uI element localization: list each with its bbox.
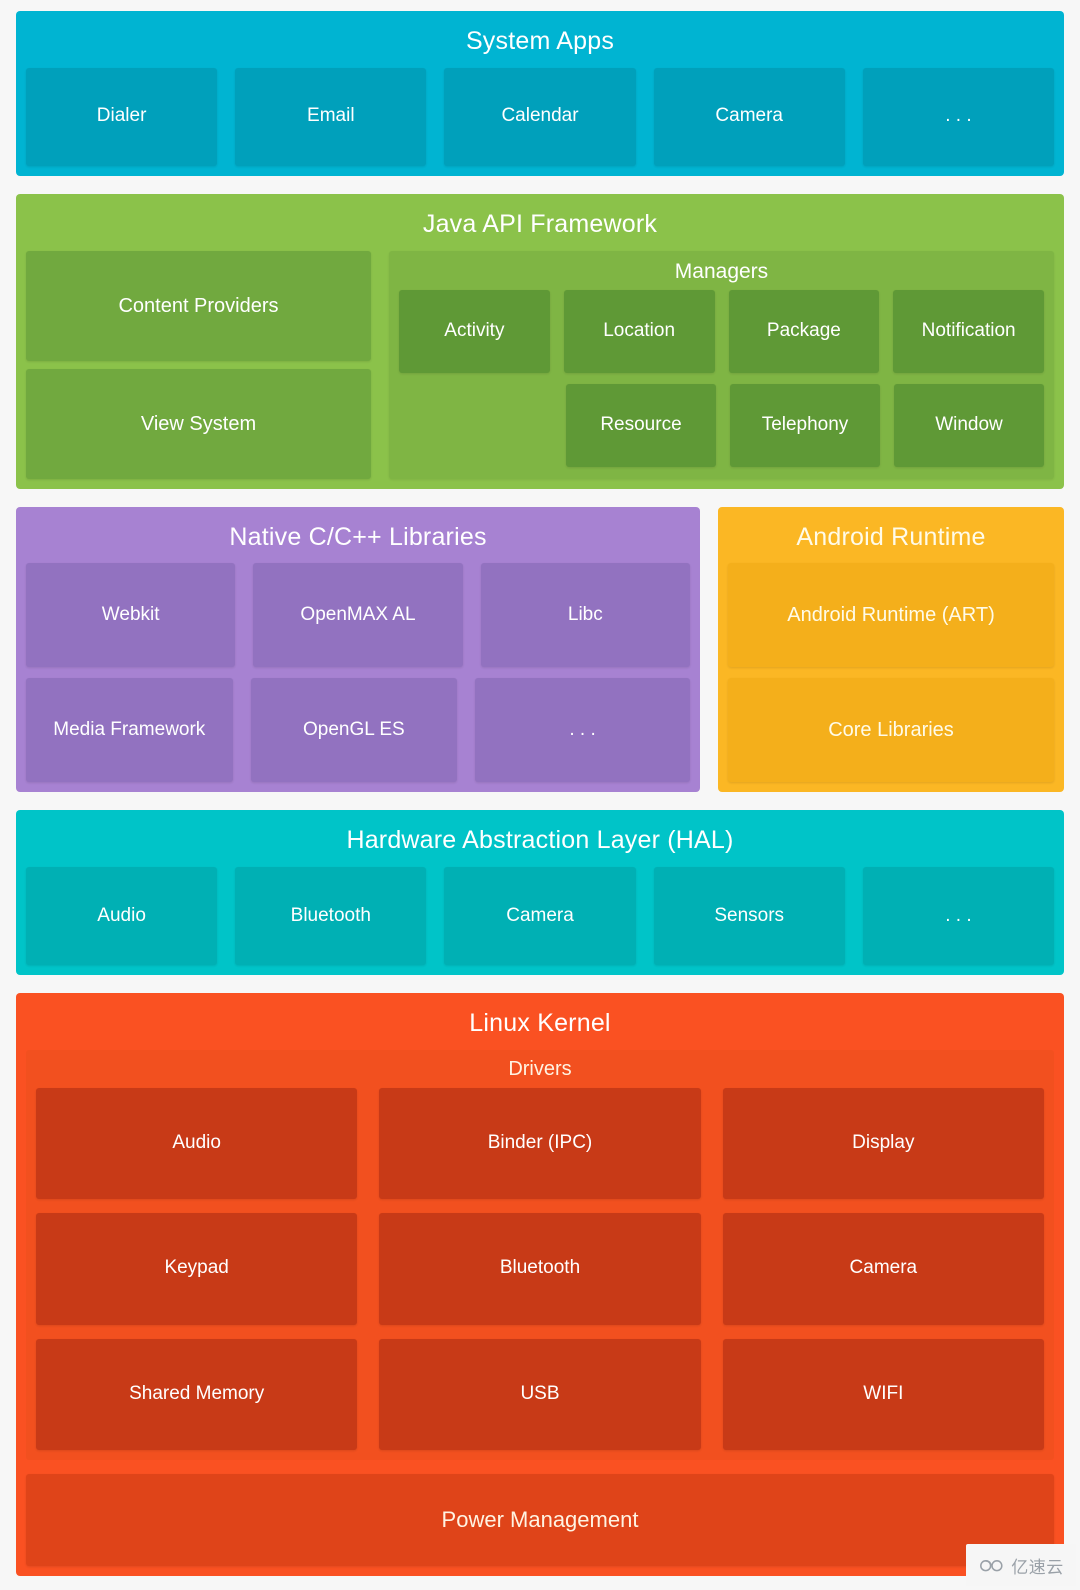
drivers-row-1: Audio Binder (IPC) Display [36, 1087, 1044, 1200]
native-lib-openmax-al: OpenMAX AL [253, 563, 463, 668]
driver-audio: Audio [36, 1087, 358, 1200]
cloud-icon [980, 1560, 1003, 1572]
driver-keypad: Keypad [36, 1213, 358, 1325]
system-app-calendar: Calendar [444, 67, 636, 166]
layer-hardware-abstraction: Hardware Abstraction Layer (HAL) Audio B… [16, 810, 1064, 975]
watermark-text: 亿速云 [1011, 1557, 1064, 1578]
hal-camera: Camera [444, 867, 636, 965]
hal-bluetooth: Bluetooth [235, 867, 427, 965]
manager-package: Package [728, 289, 880, 373]
driver-usb: USB [379, 1338, 701, 1451]
watermark: 亿速云 [966, 1544, 1076, 1586]
system-app-email: Email [235, 67, 427, 166]
hal-audio: Audio [26, 867, 218, 965]
system-app-camera: Camera [653, 67, 845, 166]
hal-sensors: Sensors [653, 867, 845, 965]
driver-camera: Camera [722, 1213, 1044, 1325]
framework-content-providers: Content Providers [26, 250, 371, 361]
native-libraries-row-1: Webkit OpenMAX AL Libc [26, 563, 690, 668]
native-libraries-row-2: Media Framework OpenGL ES . . . [26, 678, 690, 783]
native-lib-opengl-es: OpenGL ES [250, 678, 458, 783]
framework-left-column: Content Providers View System [26, 250, 371, 479]
layer-linux-kernel: Linux Kernel Drivers Audio Binder (IPC) … [16, 993, 1064, 1576]
layer-native-libraries: Native C/C++ Libraries Webkit OpenMAX AL… [16, 506, 700, 793]
manager-activity: Activity [399, 289, 550, 373]
native-lib-webkit: Webkit [26, 563, 236, 668]
layer-system-apps: System Apps Dialer Email Calendar Camera… [16, 11, 1064, 176]
manager-location: Location [563, 289, 715, 373]
drivers-row-3: Shared Memory USB WIFI [36, 1338, 1044, 1451]
system-apps-title: System Apps [465, 27, 615, 55]
driver-bluetooth: Bluetooth [379, 1213, 701, 1325]
android-runtime-core-libraries: Core Libraries [728, 678, 1054, 783]
manager-notification: Notification [893, 289, 1044, 373]
drivers-row-2: Keypad Bluetooth Camera [36, 1213, 1044, 1325]
drivers-title: Drivers [508, 1057, 572, 1080]
java-api-framework-body: Content Providers View System Managers A… [26, 250, 1054, 479]
framework-view-system: View System [26, 368, 371, 479]
power-management-bar: Power Management [26, 1474, 1054, 1566]
layer-java-api-framework: Java API Framework Content Providers Vie… [16, 193, 1064, 489]
native-and-runtime-row: Native C/C++ Libraries Webkit OpenMAX AL… [16, 506, 1064, 793]
driver-shared-memory: Shared Memory [36, 1338, 358, 1451]
managers-title: Managers [674, 259, 769, 283]
drivers-panel: Drivers Audio Binder (IPC) Display Keypa… [26, 1049, 1054, 1460]
architecture-diagram: System Apps Dialer Email Calendar Camera… [0, 0, 1080, 1590]
manager-window: Window [894, 383, 1044, 467]
manager-resource: Resource [566, 383, 716, 467]
managers-panel: Managers Activity Location Package Notif… [389, 250, 1054, 479]
native-lib-more: . . . [475, 678, 690, 783]
system-app-more: . . . [862, 67, 1055, 166]
android-runtime-title: Android Runtime [796, 522, 986, 551]
driver-binder-ipc: Binder (IPC) [379, 1087, 701, 1200]
android-runtime-art: Android Runtime (ART) [728, 563, 1054, 668]
managers-row-1: Activity Location Package Notification [399, 289, 1044, 373]
driver-wifi: WIFI [722, 1338, 1044, 1451]
linux-kernel-title: Linux Kernel [469, 1009, 611, 1037]
native-libraries-title: Native C/C++ Libraries [229, 522, 487, 551]
hal-more: . . . [862, 867, 1055, 965]
layer-android-runtime: Android Runtime Android Runtime (ART) Co… [718, 506, 1064, 793]
hal-row: Audio Bluetooth Camera Sensors . . . [26, 867, 1055, 965]
native-lib-media-framework: Media Framework [26, 678, 233, 783]
driver-display: Display [722, 1087, 1044, 1200]
hal-title: Hardware Abstraction Layer (HAL) [346, 826, 734, 855]
java-api-framework-title: Java API Framework [422, 209, 658, 238]
manager-telephony: Telephony [730, 383, 880, 467]
system-app-dialer: Dialer [26, 67, 218, 166]
managers-row-2: Resource Telephony Window [399, 383, 1044, 467]
system-apps-row: Dialer Email Calendar Camera . . . [26, 67, 1055, 166]
native-lib-libc: Libc [480, 563, 690, 668]
